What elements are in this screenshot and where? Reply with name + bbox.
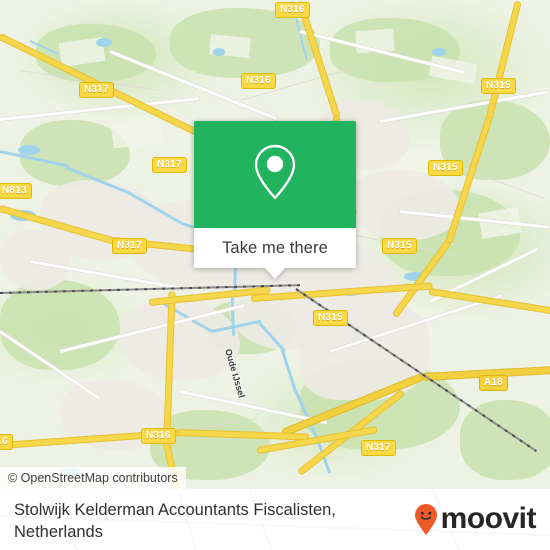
- map-pond: [96, 38, 112, 47]
- moovit-wordmark: moovit: [440, 502, 537, 535]
- callout-header: [194, 121, 356, 228]
- road-shield: N317: [152, 157, 187, 173]
- take-me-there-button[interactable]: Take me there: [194, 228, 356, 268]
- map-field: [110, 117, 164, 149]
- road-shield: N316: [0, 434, 13, 450]
- road-shield: N316: [275, 2, 310, 18]
- moovit-location-share-card: N316 N317 N316 N315 N317 N315 N813 N317 …: [0, 0, 550, 550]
- road-shield: N315: [382, 238, 417, 254]
- map-pin-icon: [253, 143, 297, 206]
- moovit-smiley-pin-icon: [413, 503, 439, 535]
- footer-bar: Stolwijk Kelderman Accountants Fiscalist…: [0, 489, 550, 550]
- road-shield: N316: [141, 428, 176, 444]
- road-shield: N315: [428, 160, 463, 176]
- location-title: Stolwijk Kelderman Accountants Fiscalist…: [14, 501, 336, 541]
- road-shield: N315: [313, 310, 348, 326]
- map-canvas[interactable]: N316 N317 N316 N315 N317 N315 N813 N317 …: [0, 0, 550, 489]
- location-callout-card[interactable]: Take me there: [194, 121, 356, 279]
- take-me-there-label: Take me there: [222, 238, 328, 257]
- map-pond: [213, 48, 225, 56]
- map-woodland: [460, 400, 550, 480]
- road-shield: N315: [481, 78, 516, 94]
- road-shield: N813: [0, 183, 32, 199]
- road-shield-motorway: A18: [479, 375, 508, 391]
- map-pond: [432, 48, 446, 56]
- map-attribution[interactable]: © OpenStreetMap contributors: [0, 467, 186, 489]
- callout-pointer: [264, 267, 286, 279]
- road-shield: N317: [361, 440, 396, 456]
- road-shield: N317: [112, 238, 147, 254]
- moovit-logo[interactable]: moovit: [413, 502, 537, 535]
- road-shield: N316: [241, 73, 276, 89]
- road-shield: N317: [79, 82, 114, 98]
- map-pond: [18, 145, 40, 155]
